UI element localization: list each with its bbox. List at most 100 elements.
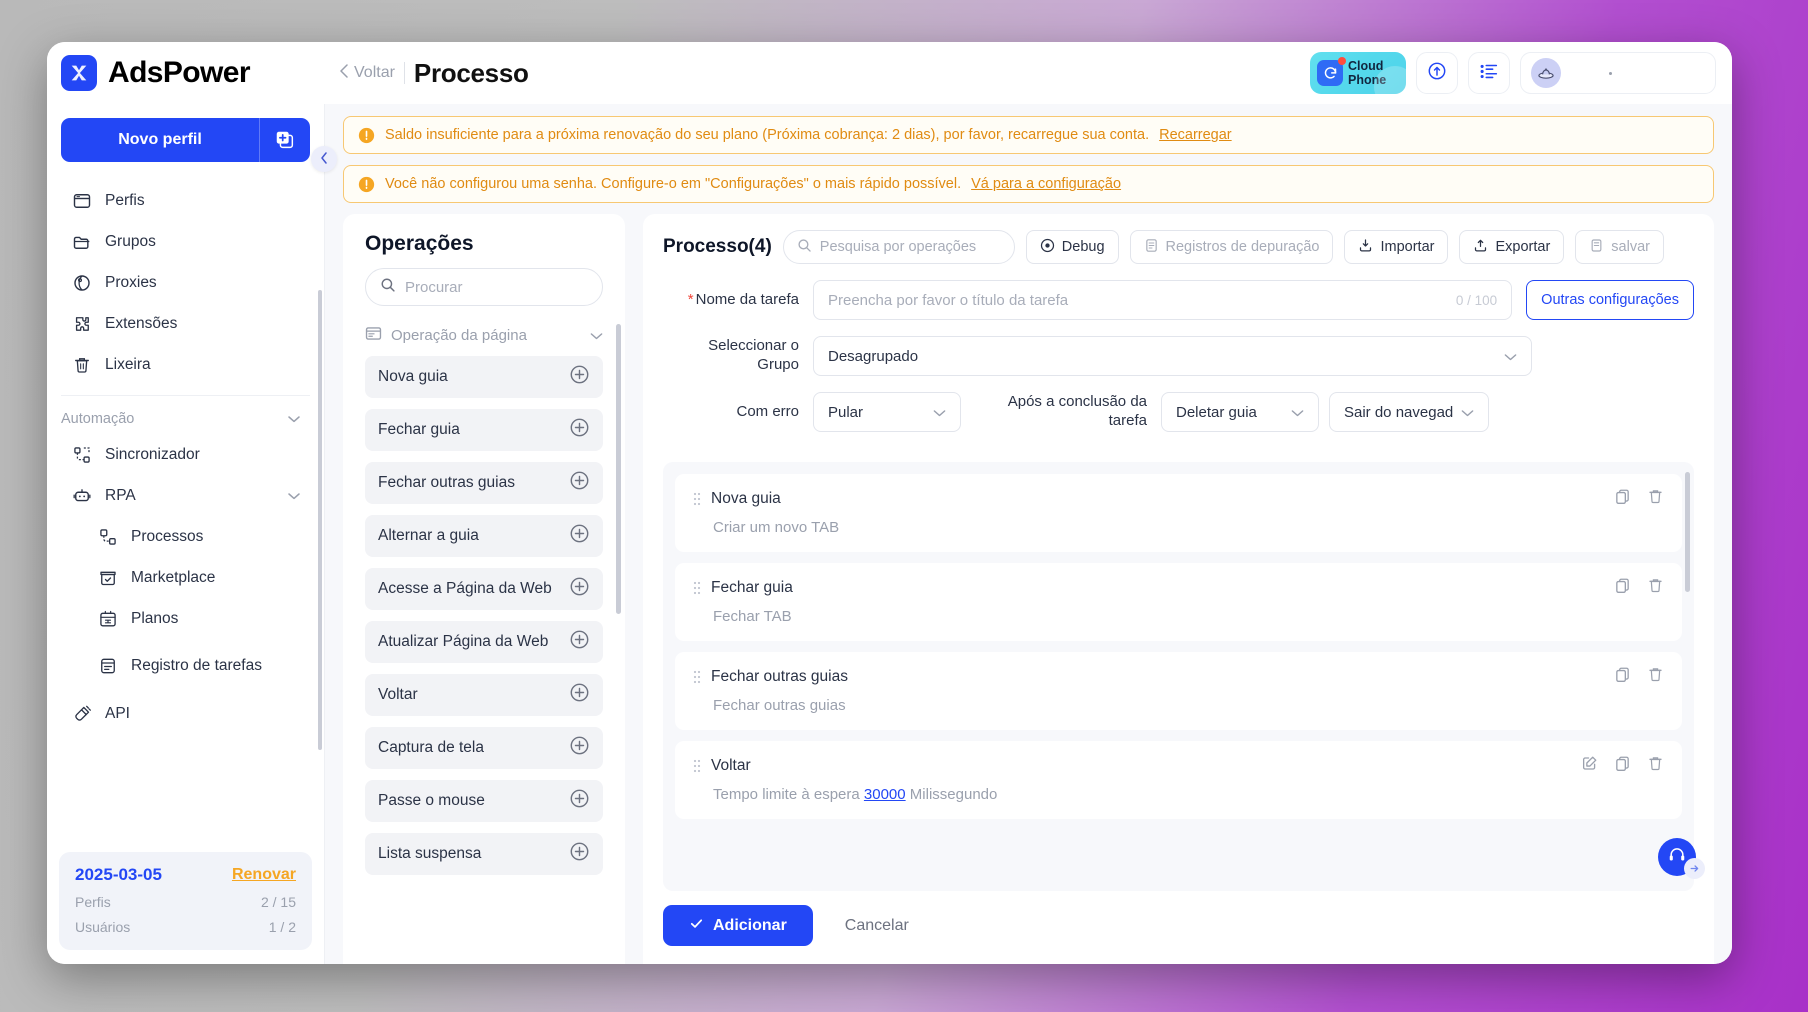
trash-icon[interactable] bbox=[1647, 577, 1664, 599]
sidebar-item-marketplace[interactable]: Marketplace bbox=[57, 557, 314, 598]
operations-search[interactable]: Procurar bbox=[365, 268, 603, 306]
sidebar-item-lixeira[interactable]: Lixeira bbox=[57, 344, 314, 385]
copy-icon[interactable] bbox=[1614, 488, 1631, 510]
support-button[interactable] bbox=[1658, 838, 1705, 879]
plus-circle-icon[interactable] bbox=[569, 417, 590, 443]
operations-scrollbar[interactable] bbox=[616, 324, 621, 614]
plus-circle-icon[interactable] bbox=[569, 735, 590, 761]
sidebar-item-proxies[interactable]: Proxies bbox=[57, 262, 314, 303]
plus-circle-icon[interactable] bbox=[569, 788, 590, 814]
main-content: Saldo insuficiente para a próxima renova… bbox=[325, 104, 1732, 964]
copy-icon[interactable] bbox=[1614, 755, 1631, 777]
import-button[interactable]: Importar bbox=[1344, 230, 1449, 264]
sidebar-item-processos[interactable]: Processos bbox=[57, 516, 314, 557]
debug-logs-button[interactable]: Registros de depuração bbox=[1129, 230, 1334, 264]
plus-circle-icon[interactable] bbox=[569, 576, 590, 602]
operation-item[interactable]: Nova guia bbox=[365, 356, 603, 398]
task-list-button[interactable] bbox=[1468, 52, 1510, 94]
operation-item[interactable]: Lista suspensa bbox=[365, 833, 603, 875]
process-steps-scrollbar[interactable] bbox=[1685, 472, 1690, 592]
plus-circle-icon[interactable] bbox=[569, 523, 590, 549]
sidebar-scrollbar[interactable] bbox=[318, 290, 322, 750]
operation-item[interactable]: Voltar bbox=[365, 674, 603, 716]
step-name: Nova guia bbox=[711, 490, 781, 507]
copy-icon[interactable] bbox=[1614, 577, 1631, 599]
drag-handle-icon[interactable] bbox=[693, 670, 701, 684]
renew-link[interactable]: Renovar bbox=[232, 866, 296, 884]
alert-link-recarregar[interactable]: Recarregar bbox=[1159, 127, 1232, 143]
plus-circle-icon[interactable] bbox=[569, 364, 590, 390]
back-button[interactable]: Voltar bbox=[339, 63, 395, 83]
operation-label: Fechar guia bbox=[378, 421, 460, 438]
sidebar-item-registro-de-tarefas[interactable]: Registro de tarefas bbox=[57, 639, 314, 693]
step-card[interactable]: Fechar outras guias Fechar outras guias bbox=[675, 652, 1682, 730]
sidebar-item-sincronizador[interactable]: Sincronizador bbox=[57, 434, 314, 475]
trash-icon[interactable] bbox=[1647, 666, 1664, 688]
sidebar-item-grupos[interactable]: Grupos bbox=[57, 221, 314, 262]
operation-item[interactable]: Fechar guia bbox=[365, 409, 603, 451]
sync-upload-button[interactable] bbox=[1416, 52, 1458, 94]
drag-handle-icon[interactable] bbox=[693, 581, 701, 595]
operation-item[interactable]: Alternar a guia bbox=[365, 515, 603, 557]
drag-handle-icon[interactable] bbox=[693, 759, 701, 773]
sidebar-item-label: Processos bbox=[131, 527, 204, 545]
sidebar-item-rpa[interactable]: RPA bbox=[57, 475, 314, 516]
cancel-button[interactable]: Cancelar bbox=[819, 905, 935, 946]
app-body: Novo perfil Perfis Grupos Proxies Extens… bbox=[47, 104, 1732, 964]
plus-circle-icon[interactable] bbox=[569, 682, 590, 708]
alert-link-configuracao[interactable]: Vá para a configuração bbox=[971, 176, 1121, 192]
trash-icon[interactable] bbox=[1647, 755, 1664, 777]
plus-circle-icon[interactable] bbox=[569, 841, 590, 867]
operation-label: Atualizar Página da Web bbox=[378, 633, 549, 650]
alert-text: Saldo insuficiente para a próxima renova… bbox=[385, 127, 1150, 143]
add-profile-icon[interactable] bbox=[260, 118, 310, 162]
process-search-input[interactable]: Pesquisa por operações bbox=[782, 230, 1015, 264]
step-card[interactable]: Fechar guia Fechar TAB bbox=[675, 563, 1682, 641]
operation-item[interactable]: Captura de tela bbox=[365, 727, 603, 769]
sidebar-divider bbox=[61, 395, 310, 396]
sidebar-item-api[interactable]: API bbox=[57, 693, 314, 734]
chevron-left-icon bbox=[339, 63, 349, 83]
step-card[interactable]: Voltar Tempo limite à espera 30000 Milis… bbox=[675, 741, 1682, 819]
trash-icon[interactable] bbox=[1647, 488, 1664, 510]
add-button[interactable]: Adicionar bbox=[663, 905, 813, 946]
export-button[interactable]: Exportar bbox=[1459, 230, 1565, 264]
ufo-avatar-icon bbox=[1531, 58, 1561, 88]
page-title: Processo bbox=[413, 57, 529, 88]
sidebar-item-extensoes[interactable]: Extensões bbox=[57, 303, 314, 344]
error-select[interactable]: Pular bbox=[813, 392, 961, 432]
operation-item[interactable]: Passe o mouse bbox=[365, 780, 603, 822]
after-task-select-1[interactable]: Deletar guia bbox=[1161, 392, 1319, 432]
sidebar-item-label: Lixeira bbox=[105, 355, 151, 373]
expand-arrow-icon[interactable] bbox=[1684, 858, 1705, 879]
edit-icon[interactable] bbox=[1581, 755, 1598, 777]
debug-button[interactable]: Debug bbox=[1025, 230, 1119, 264]
copy-icon[interactable] bbox=[1614, 666, 1631, 688]
operation-item[interactable]: Fechar outras guias bbox=[365, 462, 603, 504]
group-select-value: Desagrupado bbox=[828, 347, 919, 365]
operation-item[interactable]: Atualizar Página da Web bbox=[365, 621, 603, 663]
user-status-dot bbox=[1609, 71, 1612, 75]
operation-item[interactable]: Acesse a Página da Web bbox=[365, 568, 603, 610]
page-icon bbox=[365, 325, 382, 346]
other-settings-button[interactable]: Outras configurações bbox=[1526, 280, 1694, 320]
user-menu[interactable] bbox=[1520, 52, 1716, 94]
task-list-icon bbox=[1478, 60, 1500, 87]
plus-circle-icon[interactable] bbox=[569, 629, 590, 655]
step-card[interactable]: Nova guia Criar um novo TAB bbox=[675, 474, 1682, 552]
plus-circle-icon[interactable] bbox=[569, 470, 590, 496]
cloud-phone-button[interactable]: Cloud Phone bbox=[1310, 52, 1406, 94]
group-select[interactable]: Desagrupado bbox=[813, 336, 1532, 376]
save-button[interactable]: salvar bbox=[1575, 230, 1664, 264]
drag-handle-icon[interactable] bbox=[693, 492, 701, 506]
sidebar-item-planos[interactable]: Planos bbox=[57, 598, 314, 639]
sidebar-collapse-button[interactable] bbox=[311, 146, 337, 172]
task-name-input[interactable]: Preencha por favor o título da tarefa 0 … bbox=[813, 280, 1513, 320]
sidebar-group-automacao[interactable]: Automação bbox=[47, 404, 324, 434]
timeout-value[interactable]: 30000 bbox=[864, 786, 906, 803]
step-actions bbox=[1614, 577, 1664, 599]
sidebar-item-perfis[interactable]: Perfis bbox=[57, 180, 314, 221]
after-task-select-2[interactable]: Sair do navegad bbox=[1329, 392, 1489, 432]
operations-category-page[interactable]: Operação da página bbox=[343, 320, 625, 350]
new-profile-button[interactable]: Novo perfil bbox=[61, 118, 310, 162]
